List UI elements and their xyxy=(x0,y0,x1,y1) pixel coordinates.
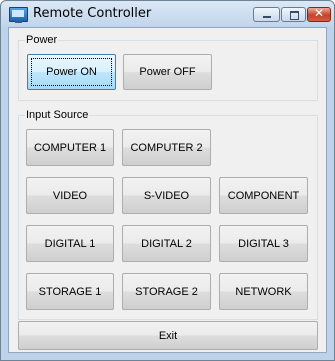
s-video-button[interactable]: S-VIDEO xyxy=(122,177,211,214)
maximize-icon xyxy=(290,11,299,20)
s-video-label: S-VIDEO xyxy=(143,189,190,202)
power-on-label: Power ON xyxy=(46,66,97,78)
input-source-group-label: Input Source xyxy=(25,109,90,122)
close-icon: ✕ xyxy=(313,6,325,20)
power-off-button[interactable]: Power OFF xyxy=(123,54,212,90)
digital-3-button[interactable]: DIGITAL 3 xyxy=(219,225,308,262)
power-on-button[interactable]: Power ON xyxy=(27,54,116,90)
video-button[interactable]: VIDEO xyxy=(26,177,114,214)
component-button[interactable]: COMPONENT xyxy=(219,177,308,214)
computer-1-button[interactable]: COMPUTER 1 xyxy=(26,129,114,166)
power-off-label: Power OFF xyxy=(139,66,196,78)
input-source-group: Input Source COMPUTER 1 COMPUTER 2 VIDEO… xyxy=(18,109,318,320)
component-label: COMPONENT xyxy=(227,189,300,202)
network-button[interactable]: NETWORK xyxy=(219,273,308,310)
minimize-icon xyxy=(263,16,271,18)
remote-controller-window: Remote Controller ✕ Power Power ON Power… xyxy=(0,0,335,361)
power-group: Power Power ON Power OFF xyxy=(18,34,318,101)
digital-3-label: DIGITAL 3 xyxy=(238,237,289,250)
computer-1-label: COMPUTER 1 xyxy=(33,141,107,154)
computer-2-label: COMPUTER 2 xyxy=(130,141,203,154)
window-title: Remote Controller xyxy=(33,6,152,21)
digital-1-label: DIGITAL 1 xyxy=(44,237,96,250)
maximize-button[interactable] xyxy=(281,7,306,22)
monitor-icon xyxy=(9,7,28,23)
digital-2-button[interactable]: DIGITAL 2 xyxy=(122,225,211,262)
network-label: NETWORK xyxy=(235,285,292,298)
exit-label: Exit xyxy=(158,329,178,342)
exit-button[interactable]: Exit xyxy=(18,321,318,350)
power-group-label: Power xyxy=(25,34,59,47)
storage-2-label: STORAGE 2 xyxy=(135,285,198,298)
digital-2-label: DIGITAL 2 xyxy=(141,237,192,250)
minimize-button[interactable] xyxy=(253,7,280,22)
title-bar[interactable]: Remote Controller ✕ xyxy=(1,1,334,27)
video-label: VIDEO xyxy=(52,189,88,202)
storage-2-button[interactable]: STORAGE 2 xyxy=(122,273,211,310)
computer-2-button[interactable]: COMPUTER 2 xyxy=(122,129,211,166)
storage-1-button[interactable]: STORAGE 1 xyxy=(26,273,114,310)
close-button[interactable]: ✕ xyxy=(307,6,331,22)
digital-1-button[interactable]: DIGITAL 1 xyxy=(26,225,114,262)
storage-1-label: STORAGE 1 xyxy=(38,285,102,298)
client-area: Power Power ON Power OFF Input Source CO… xyxy=(8,27,327,353)
